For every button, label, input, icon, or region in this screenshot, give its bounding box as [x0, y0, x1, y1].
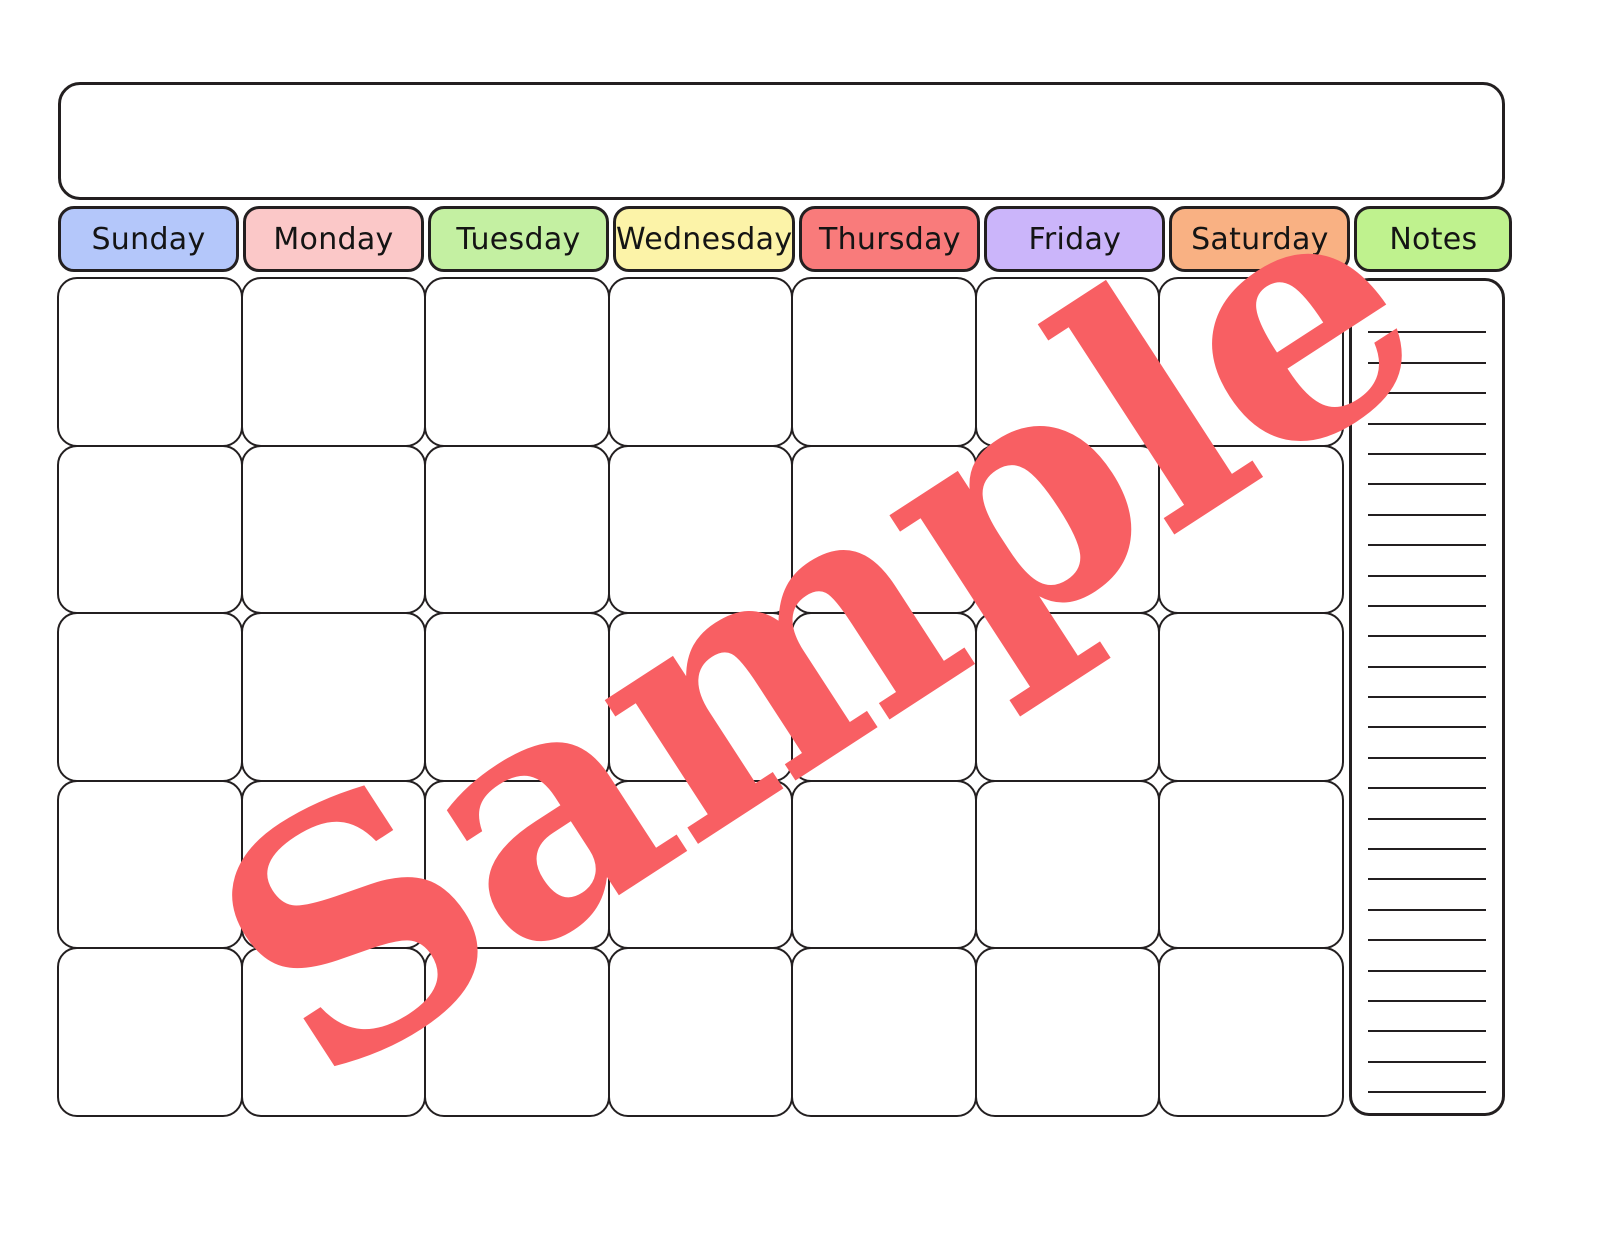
header-tab-label-tuesday: Tuesday [456, 221, 581, 257]
day-cell[interactable] [424, 947, 610, 1117]
header-tab-friday[interactable]: Friday [984, 206, 1166, 272]
day-cell[interactable] [607, 444, 794, 615]
day-cell[interactable] [974, 947, 1161, 1117]
day-cell[interactable] [57, 612, 243, 782]
notes-panel[interactable] [1349, 278, 1505, 1116]
notes-ruled-line[interactable] [1368, 820, 1486, 851]
day-cell[interactable] [240, 277, 427, 447]
header-tab-label-wednesday: Wednesday [616, 221, 793, 257]
day-cell[interactable] [974, 444, 1161, 615]
calendar-title-text [61, 85, 1502, 197]
notes-ruled-line[interactable] [1368, 668, 1486, 699]
header-tab-saturday[interactable]: Saturday [1169, 206, 1351, 272]
notes-ruled-line[interactable] [1368, 485, 1486, 516]
header-tab-label-monday: Monday [273, 221, 394, 257]
notes-ruled-line[interactable] [1368, 759, 1486, 790]
day-cell[interactable] [424, 444, 610, 615]
notes-ruled-line[interactable] [1368, 546, 1486, 577]
notes-ruled-line[interactable] [1368, 607, 1486, 638]
day-cell[interactable] [240, 779, 427, 950]
day-cell[interactable] [974, 612, 1161, 782]
day-cell[interactable] [607, 779, 794, 950]
notes-ruled-line[interactable] [1368, 1032, 1486, 1063]
day-cell[interactable] [1158, 612, 1344, 782]
day-cell[interactable] [791, 612, 977, 782]
header-tab-monday[interactable]: Monday [243, 206, 424, 272]
day-cell[interactable] [57, 277, 243, 447]
notes-ruled-line[interactable] [1368, 972, 1486, 1002]
notes-ruled-line[interactable] [1368, 1063, 1486, 1094]
day-cell[interactable] [974, 779, 1161, 950]
day-cell[interactable] [424, 277, 610, 447]
notes-ruled-line[interactable] [1368, 303, 1486, 334]
notes-ruled-line[interactable] [1368, 577, 1486, 607]
day-cell[interactable] [1158, 947, 1344, 1117]
day-cell[interactable] [607, 277, 794, 447]
header-tab-thursday[interactable]: Thursday [799, 206, 981, 272]
notes-ruled-line[interactable] [1368, 850, 1486, 881]
day-cell[interactable] [1158, 277, 1344, 447]
notes-ruled-line[interactable] [1368, 941, 1486, 972]
header-tab-label-friday: Friday [1028, 221, 1122, 257]
notes-ruled-line[interactable] [1368, 364, 1486, 395]
notes-ruled-line[interactable] [1368, 516, 1486, 547]
header-tab-sunday[interactable]: Sunday [58, 206, 239, 272]
header-tab-notes[interactable]: Notes [1354, 206, 1513, 272]
day-cell[interactable] [1158, 444, 1344, 615]
day-cell[interactable] [240, 444, 427, 615]
day-cell[interactable] [974, 277, 1161, 447]
day-cell[interactable] [240, 612, 427, 782]
day-cell[interactable] [240, 947, 427, 1117]
calendar-title-box[interactable] [58, 82, 1505, 200]
notes-ruled-line[interactable] [1368, 728, 1486, 759]
header-tab-label-notes: Notes [1389, 221, 1478, 257]
day-cell[interactable] [607, 612, 794, 782]
calendar-day-grid [57, 277, 1344, 1117]
header-tab-label-thursday: Thursday [818, 221, 961, 257]
day-cell[interactable] [57, 444, 243, 615]
day-cell[interactable] [57, 779, 243, 950]
notes-ruled-line[interactable] [1368, 880, 1486, 911]
notes-ruled-line[interactable] [1368, 911, 1486, 942]
header-tab-label-sunday: Sunday [91, 221, 206, 257]
day-cell[interactable] [424, 612, 610, 782]
header-tab-wednesday[interactable]: Wednesday [613, 206, 796, 272]
weekday-header-row: Sunday Monday Tuesday Wednesday Thursday… [58, 206, 1513, 272]
day-cell[interactable] [791, 947, 977, 1117]
day-cell[interactable] [791, 779, 977, 950]
header-tab-tuesday[interactable]: Tuesday [428, 206, 609, 272]
day-cell[interactable] [607, 947, 794, 1117]
day-cell[interactable] [424, 779, 610, 950]
notes-ruled-line[interactable] [1368, 1093, 1486, 1113]
notes-ruled-line[interactable] [1368, 637, 1486, 668]
notes-ruled-line[interactable] [1368, 333, 1486, 364]
day-cell[interactable] [791, 444, 977, 615]
notes-ruled-line[interactable] [1368, 789, 1486, 820]
notes-ruled-line[interactable] [1368, 425, 1486, 455]
notes-ruled-line[interactable] [1368, 698, 1486, 729]
day-cell[interactable] [1158, 779, 1344, 950]
calendar-page: Sunday Monday Tuesday Wednesday Thursday… [0, 0, 1600, 1236]
notes-ruled-line[interactable] [1368, 394, 1486, 425]
notes-ruled-line[interactable] [1368, 1002, 1486, 1033]
day-cell[interactable] [791, 277, 977, 447]
header-tab-label-saturday: Saturday [1191, 221, 1329, 257]
day-cell[interactable] [57, 947, 243, 1117]
notes-ruled-line[interactable] [1368, 455, 1486, 486]
